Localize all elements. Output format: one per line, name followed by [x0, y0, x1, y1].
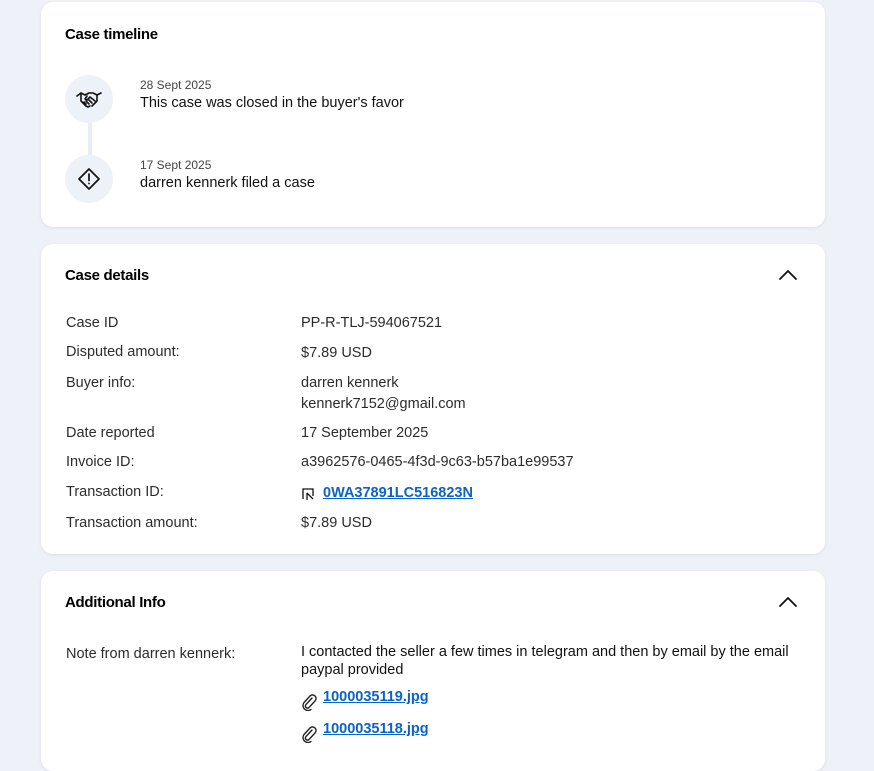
transaction-id-link[interactable]: 0WA37891LC516823N: [323, 483, 473, 504]
disputed-amount-label: Disputed amount:: [66, 344, 180, 360]
note-text: I contacted the seller a few times in te…: [301, 644, 789, 678]
case-timeline-card: Case timeline 28 Sept 2025 This case was…: [41, 2, 825, 227]
attachment-item[interactable]: 1000035119.jpg: [301, 689, 429, 711]
timeline-event-icon-wrapper: [65, 155, 113, 203]
timeline-event-text: darren kennerk filed a case: [140, 175, 315, 191]
transaction-amount-label: Transaction amount:: [66, 515, 198, 531]
case-details-title: Case details: [65, 267, 149, 284]
invoice-id-label: Invoice ID:: [66, 454, 135, 470]
transaction-id-label: Transaction ID:: [66, 484, 164, 500]
additional-info-card: Additional Info Note from darren kennerk…: [41, 571, 825, 771]
timeline-event-date: 17 Sept 2025: [140, 158, 212, 172]
case-id-label: Case ID: [66, 315, 119, 331]
timeline-event-text: This case was closed in the buyer's favo…: [140, 95, 404, 111]
warning-diamond-icon: [78, 168, 100, 190]
attachment-item[interactable]: 1000035118.jpg: [301, 721, 429, 743]
attachment-link[interactable]: 1000035118.jpg: [323, 721, 429, 737]
buyer-email: kennerk7152@gmail.com: [301, 396, 466, 412]
buyer-info-label: Buyer info:: [66, 375, 136, 391]
timeline-event-icon-wrapper: [65, 75, 113, 123]
timeline-event-date: 28 Sept 2025: [140, 78, 212, 92]
paperclip-icon: [302, 694, 317, 711]
buyer-info-value: darren kennerk kennerk7152@gmail.com: [301, 373, 466, 415]
chevron-up-icon[interactable]: [777, 268, 799, 282]
chevron-up-icon[interactable]: [777, 595, 799, 609]
paperclip-icon: [302, 726, 317, 743]
case-details-card: Case details Case ID PP-R-TLJ-594067521 …: [41, 244, 825, 554]
buyer-name: darren kennerk: [301, 375, 399, 391]
date-reported-value: 17 September 2025: [301, 425, 429, 441]
external-link-icon[interactable]: [301, 487, 315, 501]
disputed-amount-value: $7.89 USD: [301, 345, 372, 361]
date-reported-label: Date reported: [66, 425, 155, 441]
transaction-amount-value: $7.89 USD: [301, 515, 372, 531]
note-label: Note from darren kennerk:: [66, 646, 236, 662]
transaction-id-value: 0WA37891LC516823N: [301, 483, 473, 504]
invoice-id-value: a3962576-0465-4f3d-9c63-b57ba1e99537: [301, 454, 574, 470]
handshake-icon: [76, 92, 102, 108]
additional-info-title: Additional Info: [65, 594, 166, 611]
case-id-value: PP-R-TLJ-594067521: [301, 315, 443, 331]
case-timeline-title: Case timeline: [65, 26, 158, 43]
attachment-link[interactable]: 1000035119.jpg: [323, 689, 429, 705]
